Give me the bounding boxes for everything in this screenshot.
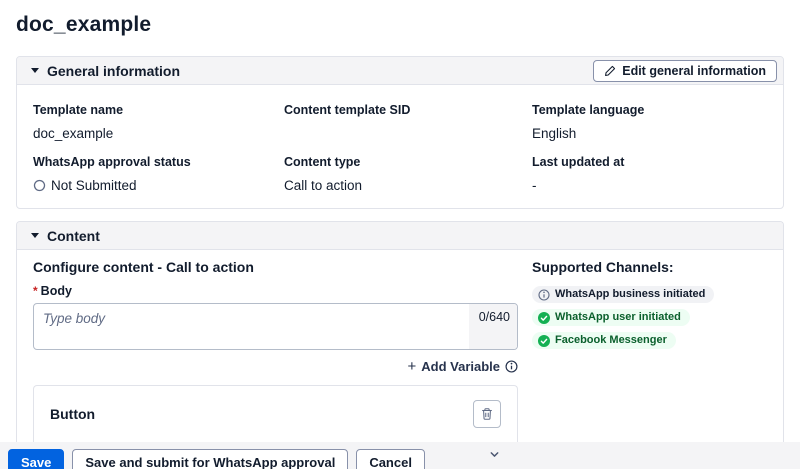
button-panel-header: Button	[50, 400, 501, 428]
general-information-collapse-toggle[interactable]: General information	[31, 63, 180, 79]
field-content-template-sid: Content template SID	[284, 103, 532, 142]
field-value: Not Submitted	[33, 177, 284, 194]
character-counter: 0/640	[469, 304, 517, 349]
field-label: WhatsApp approval status	[33, 155, 284, 169]
configure-content-column: Configure content - Call to action *Body…	[33, 258, 518, 469]
content-card: Content Configure content - Call to acti…	[16, 221, 784, 469]
collapse-arrow-icon	[31, 68, 39, 73]
chevron-down-icon[interactable]	[486, 446, 502, 462]
channel-badge-label: WhatsApp user initiated	[555, 311, 681, 324]
plus-icon: +	[407, 360, 416, 374]
field-template-name: Template name doc_example	[33, 103, 284, 142]
channel-badge-whatsapp-user-initiated: WhatsApp user initiated	[532, 309, 690, 326]
delete-button-button[interactable]	[473, 400, 501, 428]
content-collapse-toggle[interactable]: Content	[31, 228, 100, 244]
field-label: Content type	[284, 155, 532, 169]
save-and-submit-button[interactable]: Save and submit for WhatsApp approval	[72, 449, 348, 469]
body-input-wrapper: 0/640	[33, 303, 518, 350]
field-template-language: Template language English	[532, 103, 767, 142]
channel-badge-whatsapp-business-initiated: WhatsApp business initiated	[532, 286, 714, 303]
edit-general-information-label: Edit general information	[622, 64, 766, 78]
general-information-title: General information	[47, 63, 180, 79]
field-value: doc_example	[33, 125, 284, 142]
field-label: Template name	[33, 103, 284, 117]
field-value	[284, 125, 532, 142]
status-circle-icon	[33, 179, 46, 192]
body-input[interactable]	[33, 303, 518, 350]
field-label: Last updated at	[532, 155, 767, 169]
add-variable-label: Add Variable	[421, 359, 500, 374]
pencil-icon	[604, 65, 616, 77]
body-field-label: *Body	[33, 284, 518, 298]
button-panel-title: Button	[50, 406, 95, 422]
content-header: Content	[17, 222, 783, 250]
field-value: Call to action	[284, 177, 532, 194]
field-label: Template language	[532, 103, 767, 117]
general-information-card: General information Edit general informa…	[16, 56, 784, 209]
check-circle-icon	[538, 335, 550, 347]
supported-channels-column: Supported Channels: WhatsApp business in…	[532, 258, 767, 469]
check-circle-icon	[538, 312, 550, 324]
supported-channels-heading: Supported Channels:	[532, 258, 767, 276]
trash-icon	[480, 407, 494, 421]
content-body: Configure content - Call to action *Body…	[17, 250, 783, 469]
general-information-fields: Template name doc_example Content templa…	[17, 85, 783, 208]
field-whatsapp-approval-status: WhatsApp approval status Not Submitted	[33, 155, 284, 194]
save-button[interactable]: Save	[8, 449, 64, 469]
content-title: Content	[47, 228, 100, 244]
info-icon[interactable]	[505, 360, 518, 373]
channel-badge-label: Facebook Messenger	[555, 334, 667, 347]
configure-content-heading: Configure content - Call to action	[33, 258, 518, 276]
supported-channels-list: WhatsApp business initiated WhatsApp use…	[532, 286, 767, 355]
field-last-updated-at: Last updated at -	[532, 155, 767, 194]
required-marker: *	[33, 284, 38, 298]
page-title: doc_example	[16, 12, 784, 38]
cancel-button[interactable]: Cancel	[356, 449, 425, 469]
collapse-arrow-icon	[31, 233, 39, 238]
page: doc_example General information Edit gen…	[0, 12, 800, 469]
field-value: English	[532, 125, 767, 142]
status-text: Not Submitted	[51, 177, 137, 194]
info-icon	[538, 289, 550, 301]
field-content-type: Content type Call to action	[284, 155, 532, 194]
field-label: Content template SID	[284, 103, 532, 117]
add-variable-link[interactable]: + Add Variable	[33, 359, 518, 374]
field-value: -	[532, 177, 767, 194]
general-information-header: General information Edit general informa…	[17, 57, 783, 85]
action-footer: Save Save and submit for WhatsApp approv…	[0, 442, 800, 469]
edit-general-information-button[interactable]: Edit general information	[593, 60, 777, 82]
channel-badge-label: WhatsApp business initiated	[555, 288, 705, 301]
channel-badge-facebook-messenger: Facebook Messenger	[532, 332, 676, 349]
